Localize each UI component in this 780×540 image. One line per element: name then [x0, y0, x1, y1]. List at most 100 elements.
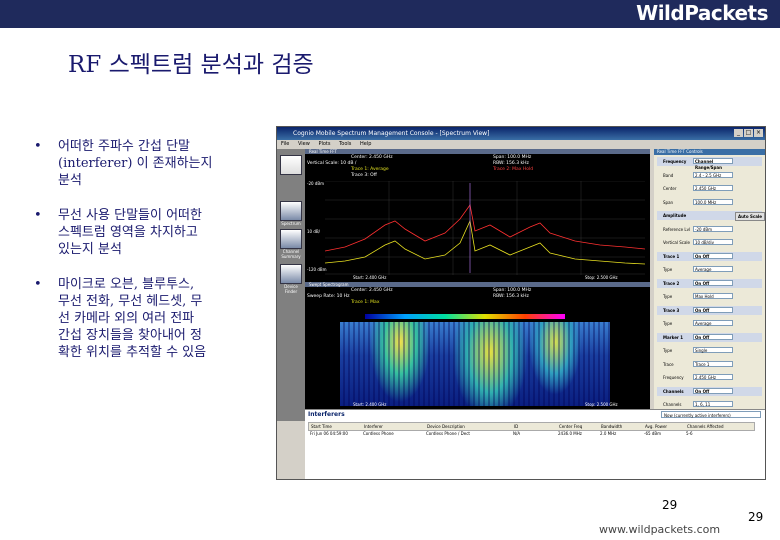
control-value-field[interactable]: Trace 1 — [693, 360, 733, 367]
window-title: Cognio Mobile Spectrum Management Consol… — [293, 130, 490, 137]
bullet-item: • 마이크로 오븐, 블루투스, 무선 전화, 무선 헤드셋, 무 선 카메라 외… — [30, 276, 265, 361]
control-value-field[interactable]: On Off — [693, 252, 733, 259]
control-value-field[interactable]: 10 dB/div — [693, 239, 733, 245]
control-value-field[interactable]: 2.4 - 2.5 GHz — [693, 171, 733, 178]
col-bandwidth[interactable]: Bandwidth — [601, 423, 622, 430]
menu-help[interactable]: Help — [360, 141, 371, 147]
control-label: Trace 2 — [663, 280, 680, 286]
control-value-field[interactable]: Max Hold — [693, 293, 733, 299]
sidebar-item-device-finder[interactable]: Device Finder — [279, 264, 303, 294]
sidebar-item-spectrum[interactable]: Spectrum — [279, 201, 303, 226]
fft-panel-title: Real Time FFT — [305, 149, 650, 154]
fft-trace2: Trace 2: Max Hold — [493, 167, 534, 172]
menu-tools[interactable]: Tools — [339, 141, 351, 147]
col-avg-power[interactable]: Avg. Power — [645, 423, 667, 430]
controls-section-header[interactable]: Amplitude Auto Scale — [657, 211, 765, 221]
control-value-field[interactable]: On Off — [693, 279, 733, 286]
table-row[interactable]: Fri Jun 06 04:59:00 Cordless Phone Cordl… — [308, 430, 753, 437]
bullet-marker: • — [34, 208, 42, 223]
controls-section-header[interactable]: Channels On Off — [657, 386, 762, 396]
close-icon[interactable]: × — [754, 129, 763, 137]
control-value-field[interactable]: 100.0 MHz — [693, 198, 733, 205]
control-label: Marker 1 — [663, 334, 684, 340]
sidebar-item-channel-summary[interactable]: Channel Summary — [279, 229, 303, 259]
menu-bar: File View Plots Tools Help — [277, 140, 765, 149]
control-value-field[interactable]: Average — [693, 320, 733, 326]
fft-vscale: Vertical Scale: 10 dB / — [307, 161, 357, 166]
menu-plots[interactable]: Plots — [318, 141, 330, 147]
page-number: 29 — [662, 498, 678, 512]
control-label: Trace 3 — [663, 307, 680, 313]
controls-section-header[interactable]: Trace 1 On Off — [657, 251, 762, 261]
controls-row: Reference Lvl -20 dBm — [657, 225, 762, 234]
color-scale-bar — [365, 314, 565, 319]
control-value-field[interactable]: 2.450 GHz — [693, 185, 733, 191]
minimize-icon[interactable]: _ — [734, 129, 743, 137]
control-value-field[interactable]: Average — [693, 266, 733, 272]
cognio-logo-icon — [280, 155, 302, 175]
control-label: Reference Lvl — [663, 226, 691, 232]
spectrum-icon — [280, 201, 302, 221]
control-value-field[interactable]: On Off — [693, 387, 733, 394]
controls-row: Type Single — [657, 346, 762, 355]
fft-trace-graph — [325, 181, 645, 275]
spec-sweep: Sweep Rate: 10 Hz — [307, 294, 350, 299]
interferer-filter-select[interactable]: Now (currently active interferers) — [661, 411, 761, 418]
control-value-field[interactable]: 2.450 GHz — [693, 374, 733, 380]
maximize-icon[interactable]: □ — [744, 129, 753, 137]
col-center-freq[interactable]: Center Freq — [559, 423, 582, 430]
controls-row: Frequency 2.450 GHz — [657, 373, 762, 382]
fft-plot[interactable]: Real Time FFT Center: 2.450 GHz Span: 10… — [305, 149, 650, 282]
sidebar-label: Device Finder — [284, 284, 298, 294]
control-label: Type — [663, 321, 673, 326]
col-id[interactable]: ID — [514, 423, 518, 430]
spec-rbw: RBW: 156.3 kHz — [493, 294, 529, 299]
controls-section-header[interactable]: Trace 2 On Off — [657, 278, 762, 288]
control-label: Band — [663, 172, 674, 178]
window-controls: _ □ × — [734, 129, 763, 137]
control-value-field[interactable]: On Off — [693, 306, 733, 313]
average-trace — [325, 219, 645, 265]
control-value-field[interactable]: -20 dBm — [693, 225, 733, 232]
control-value-field[interactable]: Channel Range/Span — [693, 158, 733, 170]
waterfall-image — [340, 322, 610, 406]
col-start-time[interactable]: Start Time — [311, 423, 332, 430]
spectrogram-plot[interactable]: Swept Spectrogram Center: 2.450 GHz Span… — [305, 282, 650, 409]
control-value-field[interactable]: On Off — [693, 333, 733, 340]
channel-summary-icon — [280, 229, 302, 249]
spec-start: Start: 2.400 GHz — [353, 402, 387, 407]
auto-scale-button[interactable]: Auto Scale — [735, 212, 765, 221]
col-description[interactable]: Device Description — [427, 423, 465, 430]
controls-row: Center 2.450 GHz — [657, 184, 762, 193]
controls-section-header[interactable]: Frequency Channel Range/Span — [657, 157, 762, 170]
menu-view[interactable]: View — [298, 141, 310, 147]
col-interferer[interactable]: Interferer — [364, 423, 383, 430]
interferers-title: Interferers — [308, 411, 345, 418]
bullet-list: • 어떠한 주파수 간섭 단말 (interferer) 이 존재하는지 분석 •… — [30, 138, 265, 379]
controls-section-header[interactable]: Trace 3 On Off — [657, 305, 762, 315]
control-label: Trace 1 — [663, 253, 680, 259]
control-label: Frequency — [663, 375, 684, 380]
controls-row: Type Average — [657, 319, 762, 328]
control-label: Channels — [663, 402, 682, 407]
cognio-logo — [279, 155, 303, 175]
controls-section-header[interactable]: Marker 1 On Off — [657, 332, 762, 342]
menu-file[interactable]: File — [281, 141, 289, 147]
control-value-field[interactable]: Single — [693, 347, 733, 353]
control-label: Trace — [663, 361, 674, 367]
control-label: Type — [663, 294, 673, 299]
fft-start: Start: 2.400 GHz — [353, 275, 387, 280]
bullet-text: 마이크로 오븐, 블루투스, 무선 전화, 무선 헤드셋, 무 선 카메라 외의… — [58, 277, 207, 360]
fft-trace3: Trace 3: Off — [351, 173, 377, 178]
sidebar-label: Channel Summary — [281, 249, 301, 259]
max-hold-trace — [325, 204, 645, 252]
footer-url: www.wildpackets.com — [599, 523, 721, 536]
cell-description: Cordless Phone / Dect — [426, 431, 470, 436]
fft-scale: 10 dB/ — [307, 229, 320, 234]
control-value-field[interactable]: 1, 6, 11 — [693, 401, 733, 407]
slide-title: RF 스펙트럼 분석과 검증 — [68, 52, 314, 78]
col-channels[interactable]: Channels Affected — [687, 423, 724, 430]
cell-id: N/A — [513, 431, 521, 436]
brand-logo: WildPackets — [636, 1, 768, 25]
fft-ref-level: -20 dBm — [307, 181, 324, 186]
